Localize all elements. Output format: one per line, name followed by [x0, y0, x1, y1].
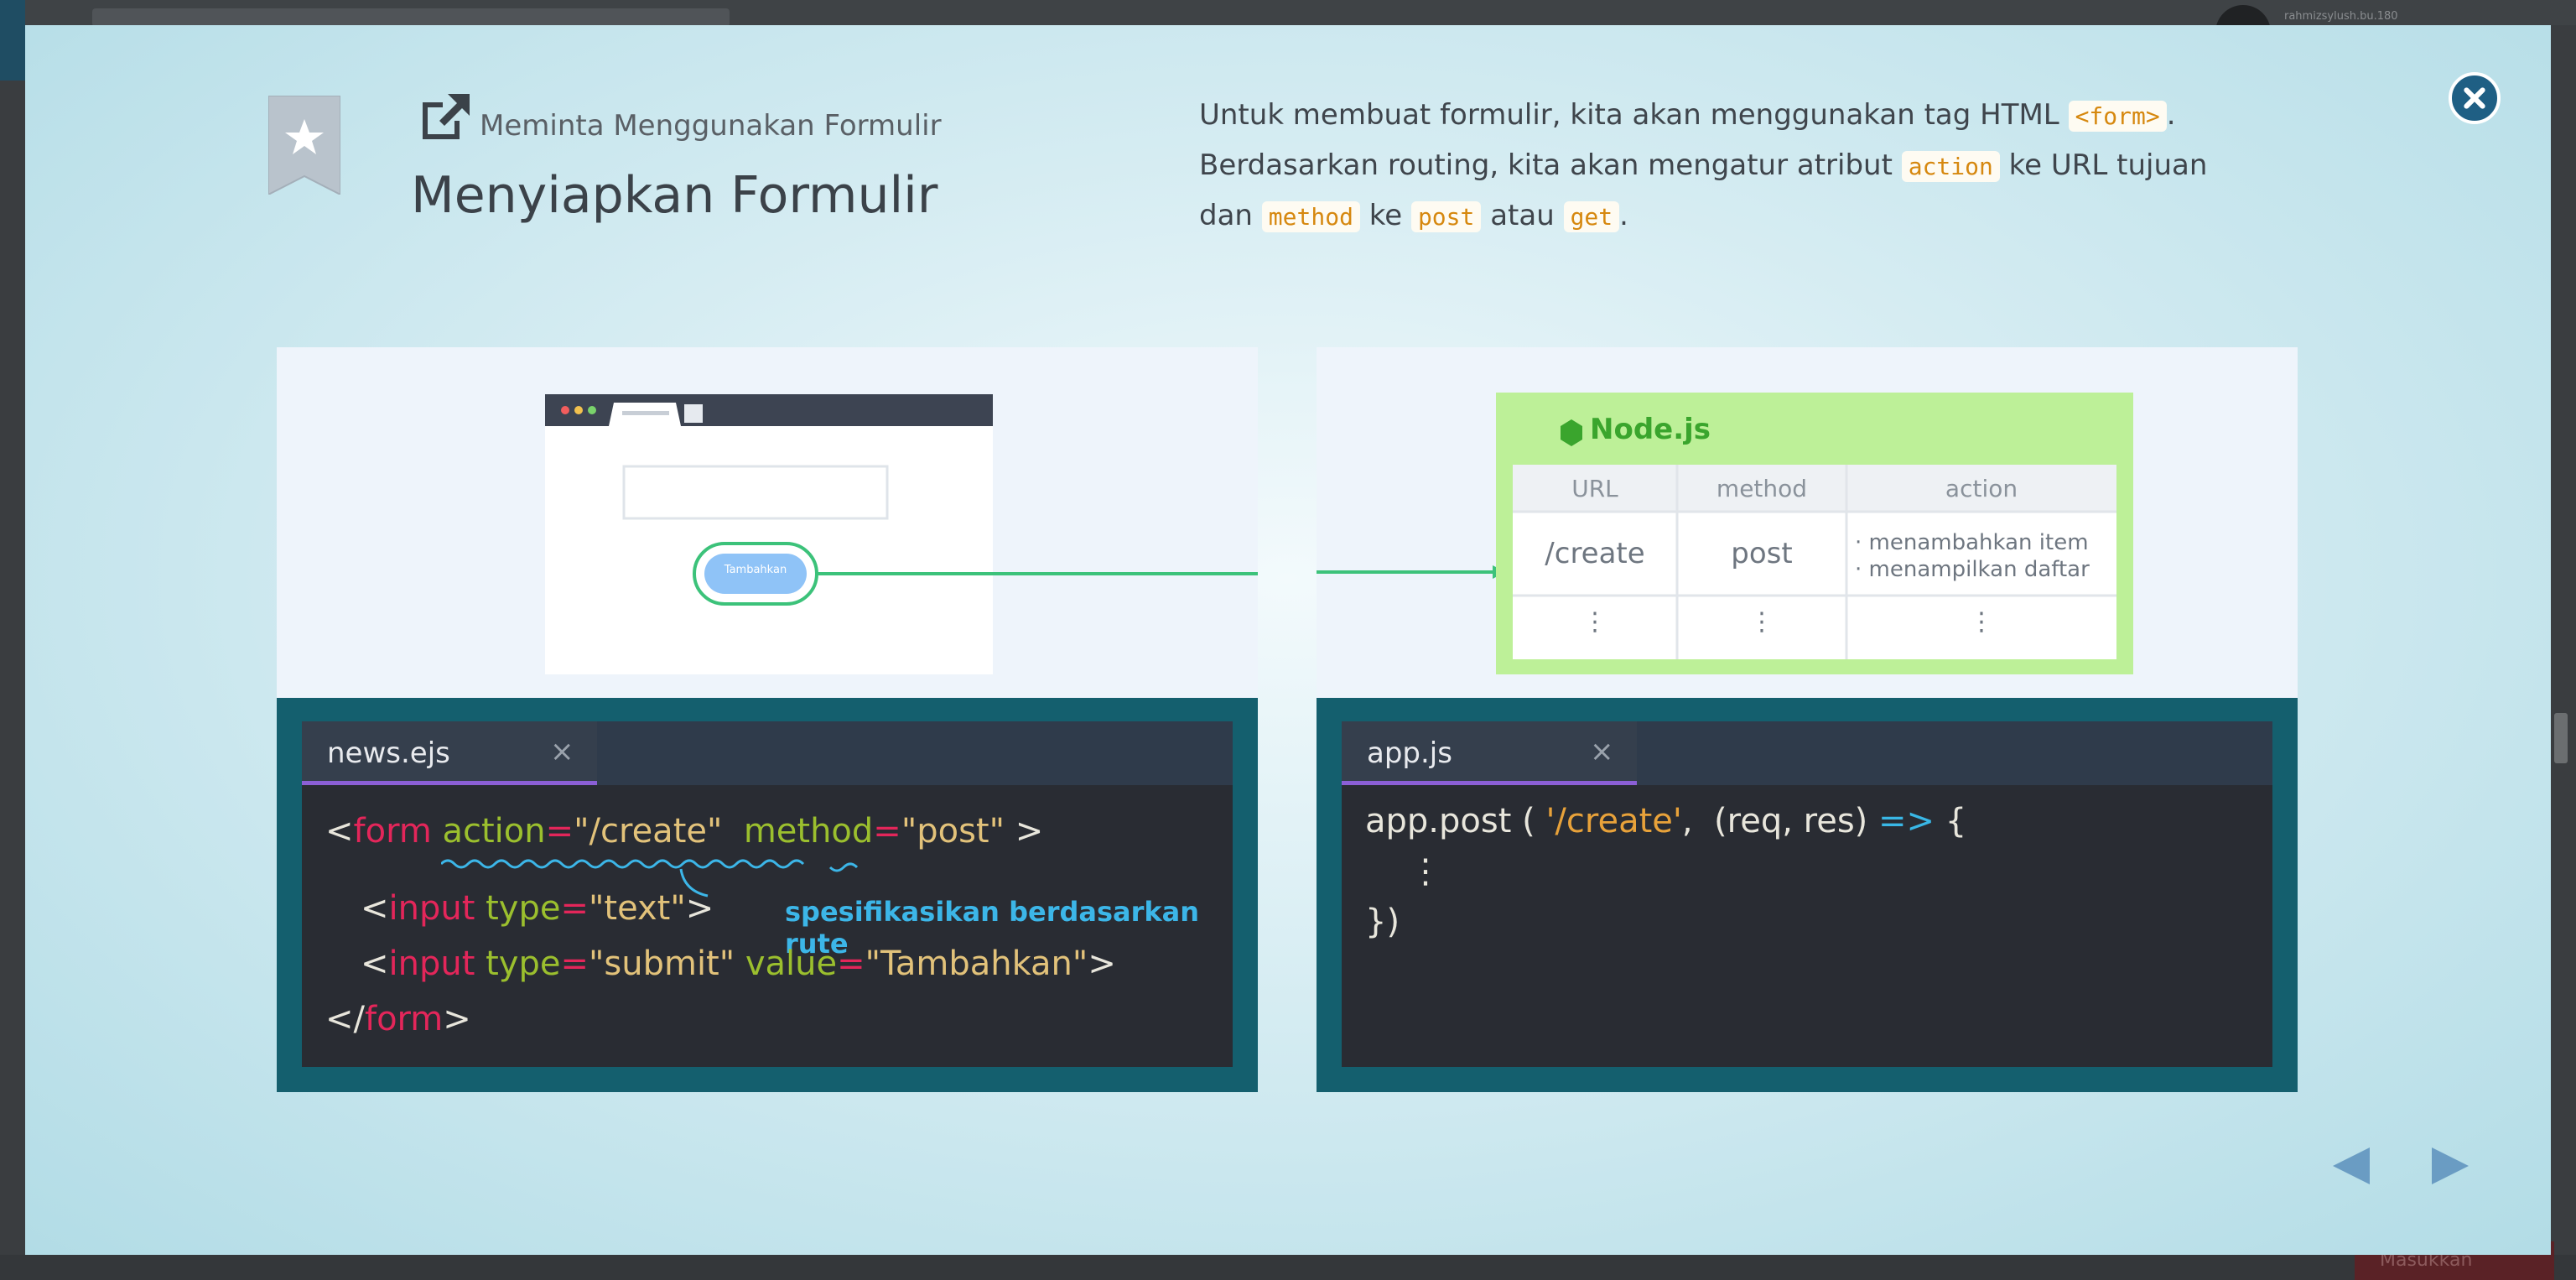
tab-close-icon[interactable]: ×	[550, 735, 574, 768]
code-tag-post: post	[1410, 201, 1482, 232]
table-cell-method: post	[1731, 537, 1793, 570]
tab-news-ejs[interactable]: news.ejs ×	[302, 721, 597, 785]
code-editor-app: app.js × app.post ( '/create', (req, res…	[1342, 721, 2272, 1067]
code-line-1: <form action="/create" method="post" >	[325, 812, 1044, 851]
editor-tab-bar: news.ejs ×	[302, 721, 1233, 785]
desc-text: dan	[1199, 199, 1262, 232]
code-tag-get: get	[1563, 201, 1620, 232]
code-tag-action: action	[1901, 151, 2000, 182]
table-header-action: action	[1945, 475, 2018, 502]
external-link-icon	[423, 94, 470, 139]
table-ellipsis: ⋮	[1582, 607, 1607, 637]
editor-tab-bar: app.js ×	[1342, 721, 2272, 785]
table-header-method: method	[1716, 475, 1808, 502]
table-cell-action-1: · menambahkan item	[1855, 530, 2089, 555]
code-line-2: ⋮	[1409, 852, 1442, 891]
table-header-url: URL	[1571, 475, 1618, 502]
desc-text: Untuk membuat formulir, kita akan menggu…	[1199, 98, 2069, 132]
bookmark-star-icon[interactable]	[268, 96, 340, 195]
tab-filename: app.js	[1367, 736, 1452, 770]
code-editor-news: news.ejs × <form action="/create" method…	[302, 721, 1233, 1067]
background-logo	[0, 0, 25, 81]
table-ellipsis: ⋮	[1749, 607, 1774, 637]
code-line-2: <input type="text">	[361, 889, 714, 928]
desc-text: .	[2166, 98, 2176, 132]
table-cell-action-2: · menampilkan daftar	[1855, 557, 2090, 582]
code-line-1: app.post ( '/create', (req, res) => {	[1365, 802, 1967, 840]
add-button-illustration: Tambahkan	[724, 564, 787, 576]
slide-subtitle: Meminta Menggunakan Formulir	[480, 109, 942, 143]
tab-close-icon[interactable]: ×	[1590, 735, 1614, 768]
left-slide-panel: Tambahkan news.ejs × <form action="/crea…	[277, 347, 1258, 1092]
browser-illustration: Tambahkan	[277, 347, 1258, 698]
right-slide-panel: Node.js URL method action /create post ·…	[1317, 347, 2298, 1092]
previous-slide-icon[interactable]	[2326, 1141, 2376, 1191]
nodejs-illustration: Node.js URL method action /create post ·…	[1317, 347, 2298, 698]
tab-filename: news.ejs	[327, 736, 450, 770]
desc-text: ke URL tujuan	[1999, 148, 2208, 182]
tab-app-js[interactable]: app.js ×	[1342, 721, 1637, 785]
code-line-4: </form>	[325, 1000, 471, 1038]
desc-text: ke	[1359, 199, 1411, 232]
slide-description: Untuk membuat formulir, kita akan menggu…	[1199, 91, 2323, 242]
table-cell-url: /create	[1545, 537, 1645, 570]
desc-text: Berdasarkan routing, kita akan mengatur …	[1199, 148, 1902, 182]
desc-text: atau	[1481, 199, 1564, 232]
slide-modal: Meminta Menggunakan Formulir Menyiapkan …	[25, 25, 2551, 1255]
code-line-3: })	[1365, 903, 1400, 941]
background-bottom-bar	[0, 1255, 2576, 1280]
nodejs-title: Node.js	[1590, 413, 1711, 446]
close-icon[interactable]	[2449, 72, 2501, 124]
background-scrollbar	[2554, 713, 2568, 763]
user-name: rahmizsylush.bu.180	[2284, 10, 2398, 23]
next-slide-icon[interactable]	[2425, 1141, 2475, 1191]
table-ellipsis: ⋮	[1969, 607, 1994, 637]
code-tag-method: method	[1261, 201, 1360, 232]
background-search-bar	[92, 8, 730, 27]
code-tag-form: <form>	[2068, 101, 2167, 132]
code-line-3: <input type="submit" value="Tambahkan">	[361, 944, 1116, 983]
slide-title: Menyiapkan Formulir	[411, 166, 938, 225]
desc-text: .	[1619, 199, 1628, 232]
